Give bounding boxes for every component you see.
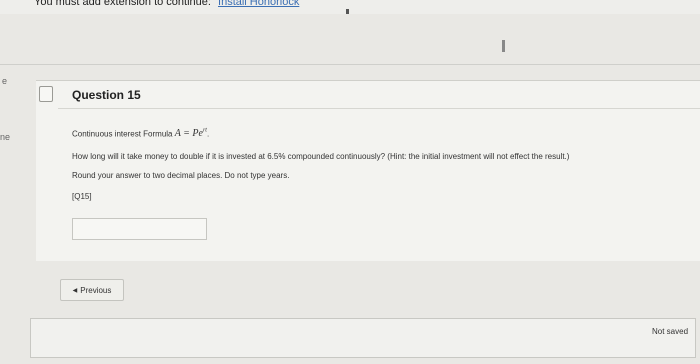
extension-message: You must add extension to continue: Inst… (34, 0, 299, 8)
question-title: Question 15 (72, 88, 141, 102)
divider (0, 64, 700, 65)
footer-bar (30, 318, 696, 358)
formula: A = Pert (174, 128, 207, 140)
scroll-indicator (346, 9, 349, 14)
install-honorlock-link[interactable]: Install Honorlock (218, 0, 299, 8)
flag-question-icon[interactable] (39, 86, 53, 102)
scrollbar[interactable] (502, 40, 505, 52)
question-tag: [Q15] (72, 192, 92, 201)
extension-banner: You must add extension to continue: Inst… (0, 0, 700, 14)
chevron-left-icon: ◀ (72, 287, 78, 294)
question-divider (58, 108, 700, 109)
cropped-text: ne (0, 132, 11, 142)
previous-button[interactable]: ◀ Previous (60, 279, 124, 301)
save-status: Not saved (652, 327, 689, 336)
cropped-text: e (2, 76, 8, 86)
answer-input[interactable] (72, 218, 207, 240)
question-instruction: Round your answer to two decimal places.… (72, 171, 290, 180)
question-prompt: How long will it take money to double if… (72, 152, 570, 161)
formula-line: Continuous interest Formula A = Pert. (72, 128, 210, 140)
